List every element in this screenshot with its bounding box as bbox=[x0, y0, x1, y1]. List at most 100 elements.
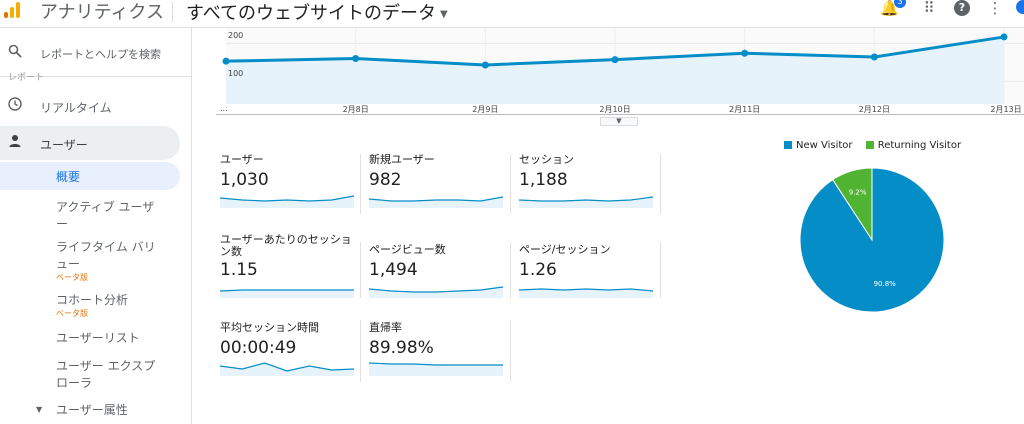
sparkline-area bbox=[220, 290, 354, 298]
metric-divider bbox=[360, 154, 361, 214]
sparkline bbox=[220, 362, 354, 376]
metric-value: 1,494 bbox=[369, 260, 418, 280]
metric-users[interactable]: ユーザー 1,030 bbox=[220, 154, 360, 214]
sidebar-item-user-list[interactable]: ユーザーリスト bbox=[56, 330, 166, 347]
sparkline bbox=[220, 195, 354, 208]
metric-label: ユーザー bbox=[220, 153, 264, 166]
help-icon[interactable]: ? bbox=[954, 0, 970, 16]
metric-label: 直帰率 bbox=[369, 321, 402, 334]
sidebar-item-cohort[interactable]: コホート分析 ベータ版 bbox=[56, 292, 166, 319]
x-axis-line bbox=[216, 114, 1024, 115]
person-icon bbox=[8, 134, 22, 152]
metric-divider bbox=[660, 242, 661, 298]
data-point bbox=[741, 49, 749, 57]
y-tick-label: 100 bbox=[228, 69, 244, 79]
sparkline-area bbox=[369, 197, 503, 208]
sparkline bbox=[220, 289, 354, 298]
metric-bounce-rate[interactable]: 直帰率 89.98% bbox=[369, 322, 509, 382]
pie-slice-label: 9.2% bbox=[849, 189, 867, 197]
metric-label: ユーザーあたりのセッション数 bbox=[220, 233, 352, 258]
metric-new-users[interactable]: 新規ユーザー 982 bbox=[369, 154, 509, 214]
metric-divider bbox=[510, 320, 511, 382]
sidebar-item-label: ユーザー bbox=[40, 138, 88, 152]
metric-label: ページ/セッション bbox=[519, 243, 611, 256]
metric-divider bbox=[660, 154, 661, 214]
metric-value: 982 bbox=[369, 170, 402, 190]
sidebar-item-user-explorer[interactable]: ユーザー エクスプローラ bbox=[56, 358, 166, 392]
metric-value: 00:00:49 bbox=[220, 338, 297, 358]
metric-sessions-per-user[interactable]: ユーザーあたりのセッション数 1.15 bbox=[220, 234, 360, 300]
legend-entry-new-visitor[interactable]: New Visitor bbox=[784, 140, 853, 151]
metric-label: ページビュー数 bbox=[369, 243, 446, 256]
metric-value: 1,188 bbox=[519, 170, 568, 190]
app-title: アナリティクス bbox=[40, 2, 165, 23]
metric-label: 平均セッション時間 bbox=[220, 321, 319, 334]
apps-grid-icon[interactable]: ⠿ bbox=[920, 0, 938, 18]
pie-slice-label: 90.8% bbox=[874, 280, 897, 288]
legend-label: New Visitor bbox=[796, 140, 853, 151]
sidebar-item-lifetime-value[interactable]: ライフタイム バリュー ベータ版 bbox=[56, 239, 166, 283]
pie-slice-new-visitor bbox=[799, 167, 945, 313]
beta-badge: ベータ版 bbox=[56, 309, 88, 318]
sidebar-item-realtime[interactable]: リアルタイム bbox=[0, 96, 180, 120]
metric-divider bbox=[510, 242, 511, 298]
x-tick-label: ... bbox=[220, 104, 228, 113]
sidebar-item-overview[interactable]: 概要 bbox=[56, 169, 166, 186]
data-point bbox=[352, 55, 360, 63]
metric-value: 89.98% bbox=[369, 338, 434, 358]
sparkline-area bbox=[519, 197, 653, 208]
avatar[interactable] bbox=[1016, 0, 1024, 14]
sidebar-item-user-attributes[interactable]: ユーザー属性 bbox=[56, 402, 166, 419]
sidebar-item-active-users[interactable]: アクティブ ユーザー bbox=[56, 199, 166, 233]
sparkline bbox=[519, 196, 653, 208]
search-icon bbox=[8, 44, 22, 62]
sparkline bbox=[519, 288, 653, 298]
sidebar-item-users[interactable]: ユーザー bbox=[0, 126, 180, 160]
main-content: 200 100 ... 2月8日 2月9日 2月10日 2月11日 2月12日 2月13日 ▼… bbox=[192, 28, 1024, 424]
caret-down-icon: ▼ bbox=[440, 8, 448, 20]
sessions-line-chart: 200 100 ... 2月8日 2月9日 2月10日 2月11日 2月12日 2月13日 bbox=[192, 28, 1024, 123]
analytics-logo-icon[interactable] bbox=[2, 0, 24, 20]
data-point bbox=[481, 61, 489, 69]
data-point bbox=[1000, 33, 1008, 41]
data-point bbox=[222, 57, 230, 65]
metric-divider bbox=[360, 242, 361, 298]
metric-sessions[interactable]: セッション 1,188 bbox=[519, 154, 659, 214]
legend-entry-returning-visitor[interactable]: Returning Visitor bbox=[865, 140, 962, 151]
sidebar: レポートとヘルプを検索 レポート リアルタイム ユーザー 概要 アクティブ ユー… bbox=[0, 28, 192, 424]
pie-legend: New Visitor Returning Visitor bbox=[784, 140, 971, 151]
metric-value: 1.15 bbox=[220, 260, 258, 280]
metric-value: 1,030 bbox=[220, 170, 269, 190]
visitor-pie-chart: 9.2% 90.8% bbox=[799, 167, 945, 313]
sparkline bbox=[369, 362, 503, 376]
legend-label: Returning Visitor bbox=[877, 140, 962, 151]
sparkline-path bbox=[369, 196, 503, 202]
caret-down-icon[interactable]: ▼ bbox=[36, 405, 42, 414]
section-label-reports: レポート bbox=[8, 73, 45, 83]
chart-collapse-button[interactable]: ▼ bbox=[600, 117, 638, 126]
report-search[interactable]: レポートとヘルプを検索 bbox=[0, 40, 191, 68]
header-divider bbox=[172, 2, 173, 22]
metric-label: 新規ユーザー bbox=[369, 153, 435, 166]
metric-label: セッション bbox=[519, 153, 574, 166]
legend-swatch bbox=[784, 141, 792, 149]
beta-badge: ベータ版 bbox=[56, 273, 88, 282]
sparkline bbox=[369, 196, 503, 208]
y-tick-label: 200 bbox=[228, 31, 244, 41]
data-point bbox=[611, 56, 619, 64]
metric-divider bbox=[510, 154, 511, 214]
metric-divider bbox=[360, 320, 361, 382]
property-selector[interactable]: すべてのウェブサイトのデータ ▼ bbox=[186, 0, 448, 25]
sparkline-area bbox=[519, 289, 653, 298]
clock-icon bbox=[8, 97, 22, 115]
metric-pageviews[interactable]: ページビュー数 1,494 bbox=[369, 244, 509, 304]
metric-pages-per-session[interactable]: ページ/セッション 1.26 bbox=[519, 244, 659, 304]
top-bar: アナリティクス すべてのウェブサイトのデータ ▼ 🔔 3 ⠿ ? ⋮ bbox=[0, 0, 1024, 28]
data-point bbox=[870, 53, 878, 61]
more-vert-icon[interactable]: ⋮ bbox=[986, 0, 1004, 18]
sidebar-item-label: コホート分析 bbox=[56, 293, 129, 307]
metric-avg-session-duration[interactable]: 平均セッション時間 00:00:49 bbox=[220, 322, 360, 382]
sidebar-item-label: ライフタイム バリュー bbox=[56, 240, 156, 271]
property-name: すべてのウェブサイトのデータ bbox=[186, 3, 437, 24]
search-input[interactable]: レポートとヘルプを検索 bbox=[40, 46, 161, 62]
